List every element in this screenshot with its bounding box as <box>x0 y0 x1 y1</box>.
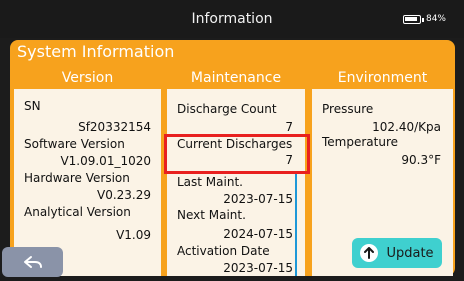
battery-status: 84% <box>402 14 446 24</box>
sn-label: SN <box>24 99 41 113</box>
upload-arrow-icon <box>360 244 379 262</box>
temperature-label: Temperature <box>322 135 399 149</box>
discharge-count-value: 7 <box>285 120 293 134</box>
environment-header: Environment <box>312 67 453 89</box>
update-label: Update <box>386 245 434 261</box>
last-maint-value: 2023-07-15 <box>223 192 293 206</box>
battery-icon <box>402 14 424 24</box>
pressure-label: Pressure <box>322 102 374 116</box>
back-button[interactable] <box>2 247 63 277</box>
maintenance-header: Maintenance <box>167 67 305 89</box>
hardware-version-label: Hardware Version <box>24 171 130 185</box>
analytical-version-label: Analytical Version <box>24 205 131 219</box>
hardware-version-value: V0.23.29 <box>96 188 151 202</box>
activation-date-value: 2023-07-15 <box>223 261 293 275</box>
software-version-value: V1.09.01_1020 <box>60 154 151 168</box>
system-information-title: System Information <box>17 42 175 61</box>
top-bar: Information 84% <box>0 0 464 38</box>
pressure-value: 102.40/Kpa <box>372 120 441 134</box>
activation-date-label: Activation Date <box>177 244 270 258</box>
back-arrow-icon <box>23 256 42 268</box>
sn-value: Sf20332154 <box>78 120 151 134</box>
discharge-count-label: Discharge Count <box>177 102 277 116</box>
version-panel: Version SN Sf20332154 Software Version V… <box>14 67 161 276</box>
last-maint-label: Last Maint. <box>177 175 243 189</box>
current-discharges-highlight <box>164 134 310 174</box>
version-header: Version <box>14 67 161 89</box>
battery-level: 84% <box>425 14 446 24</box>
maintenance-scrollbar[interactable] <box>295 174 297 276</box>
screen-title: Information <box>191 11 273 27</box>
temperature-value: 90.3°F <box>401 153 441 167</box>
next-maint-value: 2024-07-15 <box>223 227 293 241</box>
analytical-version-value: V1.09 <box>116 228 151 242</box>
next-maint-label: Next Maint. <box>177 208 246 222</box>
software-version-label: Software Version <box>24 137 125 151</box>
update-button[interactable]: Update <box>352 238 442 268</box>
